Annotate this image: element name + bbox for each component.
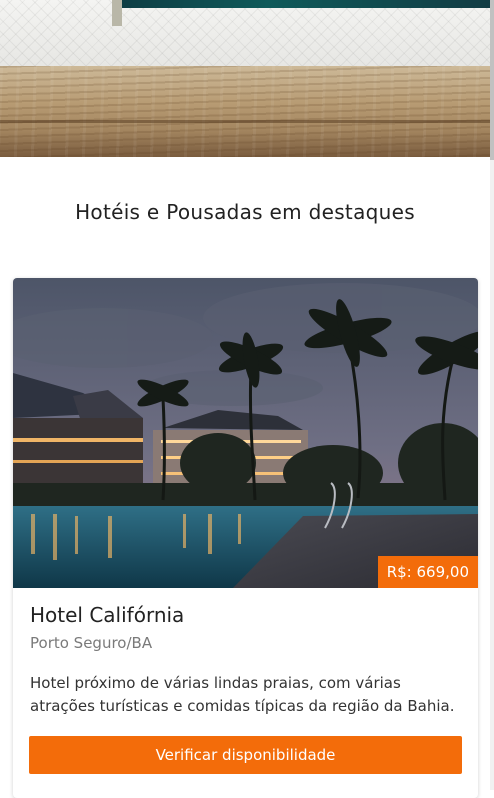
wood-seam — [0, 120, 490, 123]
page-scrollbar[interactable] — [490, 0, 494, 790]
hotel-description: Hotel próximo de várias lindas praias, c… — [30, 674, 455, 715]
scrollbar-thumb[interactable] — [490, 0, 494, 160]
hero-banner-image — [0, 0, 490, 157]
hotel-photo — [13, 278, 478, 588]
check-availability-button[interactable]: Verificar disponibilidade — [29, 736, 462, 774]
hotel-card[interactable]: R$: 669,00 Hotel Califórnia Porto Seguro… — [13, 278, 478, 798]
mattress-border — [120, 0, 490, 8]
hotel-location: Porto Seguro/BA — [30, 634, 153, 652]
hotel-name[interactable]: Hotel Califórnia — [30, 603, 184, 627]
section-title: Hotéis e Pousadas em destaques — [75, 200, 415, 224]
mattress-edge — [112, 0, 122, 26]
price-badge: R$: 669,00 — [377, 556, 478, 588]
mattress-surface — [0, 0, 490, 70]
wooden-bed-frame — [0, 66, 490, 157]
